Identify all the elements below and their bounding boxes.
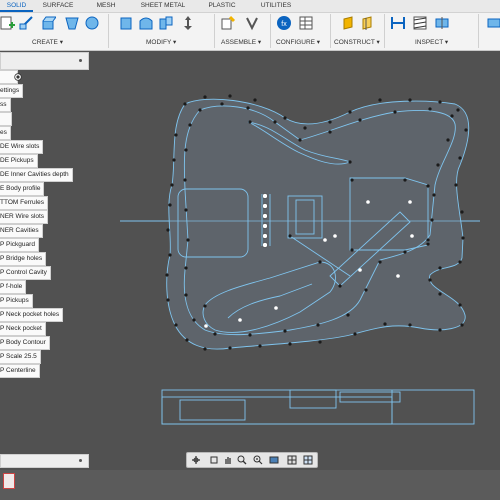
modify-menu[interactable]: MODIFY ▾: [146, 38, 176, 46]
svg-text:fx: fx: [281, 21, 287, 28]
separator: [108, 14, 109, 48]
press-pull-icon[interactable]: [84, 15, 100, 31]
browser-item[interactable]: P Scale 25.5: [0, 350, 41, 364]
new-component-assemble-icon[interactable]: [220, 15, 236, 31]
browser-item[interactable]: NER Wire slots: [0, 210, 49, 224]
measure-icon[interactable]: [390, 15, 406, 31]
joint-icon[interactable]: [244, 15, 260, 31]
browser-item[interactable]: P f-hole: [0, 280, 27, 294]
browser-item[interactable]: ettings: [0, 84, 24, 98]
browser-item[interactable]: [0, 112, 12, 126]
browser-item[interactable]: DE Inner Cavities depth: [0, 168, 73, 182]
browser-item[interactable]: P Neck pocket holes: [0, 308, 64, 322]
tab-sheet-metal[interactable]: SHEET METAL: [138, 0, 188, 12]
radio-active-icon[interactable]: [14, 73, 22, 81]
browser-item[interactable]: P Pickups: [0, 294, 33, 308]
midplane-icon[interactable]: [360, 15, 376, 31]
browser-item[interactable]: P Neck pocket: [0, 322, 46, 336]
browser-panel-header[interactable]: [0, 52, 89, 70]
browser-item[interactable]: P Control Cavity: [0, 266, 51, 280]
orbit-icon[interactable]: [191, 455, 201, 465]
browser-item[interactable]: P Centerline: [0, 364, 40, 378]
section-icon[interactable]: [434, 15, 450, 31]
assemble-menu[interactable]: ASSEMBLE ▾: [221, 38, 261, 46]
construct-menu[interactable]: CONSTRUCT ▾: [334, 38, 380, 46]
configure-table-icon[interactable]: [298, 15, 314, 31]
separator: [478, 14, 479, 48]
hand-pan-icon[interactable]: [223, 455, 233, 465]
viewport-icon[interactable]: [303, 455, 313, 465]
browser-item[interactable]: P Pickguard: [0, 238, 39, 252]
browser-item[interactable]: P Body Contour: [0, 336, 50, 350]
extrude-icon[interactable]: [40, 15, 56, 31]
new-component-icon[interactable]: [0, 15, 16, 31]
browser-root-item[interactable]: [0, 70, 22, 84]
comments-panel-header[interactable]: [0, 454, 89, 468]
display-icon[interactable]: [269, 455, 279, 465]
tab-surface[interactable]: SURFACE: [40, 0, 76, 12]
pan-icon[interactable]: [209, 455, 219, 465]
side-profile: [161, 389, 475, 425]
separator: [214, 14, 215, 48]
insert-icon[interactable]: [486, 15, 500, 31]
browser-item[interactable]: E Body profile: [0, 182, 45, 196]
browser-item[interactable]: TTOM Ferrules: [0, 196, 48, 210]
separator: [270, 14, 271, 48]
timeline-sketch-icon[interactable]: [3, 473, 15, 489]
canvas-viewport[interactable]: [0, 50, 500, 470]
browser-item[interactable]: NER Cavities: [0, 224, 43, 238]
navigation-bar: [186, 452, 318, 468]
separator: [384, 14, 385, 48]
grid-icon[interactable]: [287, 455, 297, 465]
timeline: [0, 470, 500, 500]
inspect-menu[interactable]: INSPECT ▾: [415, 38, 448, 46]
fit-icon[interactable]: [253, 455, 263, 465]
tab-plastic[interactable]: PLASTIC: [204, 0, 240, 12]
revolve-icon[interactable]: [64, 15, 80, 31]
browser-item[interactable]: ss: [0, 98, 11, 112]
offset-plane-icon[interactable]: [342, 15, 358, 31]
body-outline: [166, 98, 470, 350]
shell-icon[interactable]: [138, 15, 154, 31]
fillet-icon[interactable]: [118, 15, 134, 31]
toolbar: SOLID SURFACE MESH SHEET METAL PLASTIC U…: [0, 0, 500, 51]
combine-icon[interactable]: [158, 15, 174, 31]
browser-options-icon[interactable]: [79, 59, 82, 62]
browser-item[interactable]: DE Wire slots: [0, 140, 44, 154]
comments-options-icon[interactable]: [79, 459, 82, 462]
parameters-icon[interactable]: fx: [276, 15, 292, 31]
tab-solid[interactable]: SOLID: [0, 0, 33, 12]
tab-bar: SOLID SURFACE MESH SHEET METAL PLASTIC U…: [0, 0, 500, 13]
browser-item[interactable]: P Bridge holes: [0, 252, 47, 266]
zebra-icon[interactable]: [412, 15, 428, 31]
separator: [330, 14, 331, 48]
tab-mesh[interactable]: MESH: [92, 0, 120, 12]
tab-utilities[interactable]: UTILITIES: [256, 0, 296, 12]
modify-move-icon[interactable]: [180, 15, 196, 31]
zoom-icon[interactable]: [237, 455, 247, 465]
browser-item[interactable]: es: [0, 126, 11, 140]
browser-item[interactable]: DE Pickups: [0, 154, 38, 168]
create-sketch-icon[interactable]: [18, 15, 34, 31]
create-menu[interactable]: CREATE ▾: [32, 38, 63, 46]
configure-menu[interactable]: CONFIGURE ▾: [276, 38, 320, 46]
